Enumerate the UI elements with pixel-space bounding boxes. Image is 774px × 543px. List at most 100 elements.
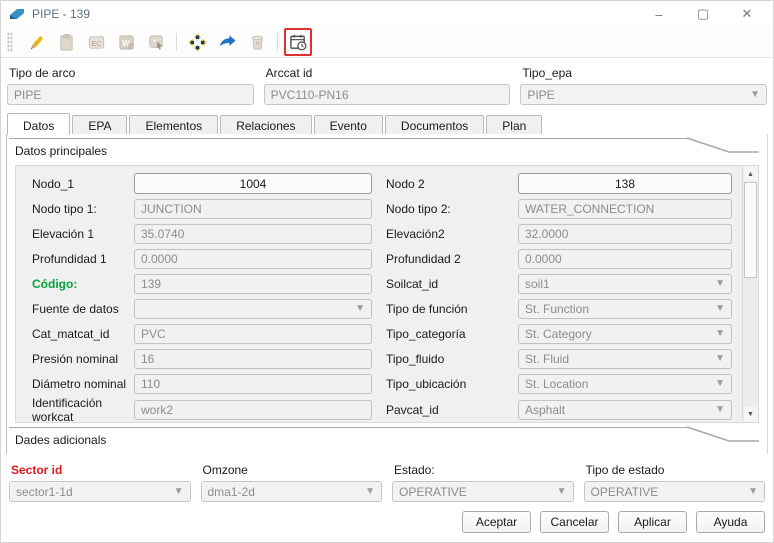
cat-matcat-id-label: Cat_matcat_id — [32, 326, 110, 341]
top-form: Tipo de arco Arccat id Tipo_epa PIPE ▼ — [1, 58, 773, 112]
omzone-label: Omzone — [202, 463, 248, 477]
chevron-down-icon: ▼ — [748, 485, 758, 497]
section-divider — [9, 138, 689, 139]
sector-id-label: Sector id — [11, 463, 63, 477]
nodo-tipo2-label: Nodo tipo 2: — [386, 201, 451, 216]
chevron-down-icon: ▼ — [715, 377, 725, 389]
form-row: Diámetro nominal Tipo_ubicación St. Loca… — [26, 371, 732, 396]
trash-button[interactable] — [244, 29, 270, 55]
section-title: Datos principales — [15, 144, 108, 158]
tipo-categoria-select[interactable]: St. Category ▼ — [518, 323, 732, 344]
tipo-ubicacion-select[interactable]: St. Location ▼ — [518, 373, 732, 394]
profundidad1-label: Profundidad 1 — [32, 251, 107, 266]
tipo-fluido-select[interactable]: St. Fluid ▼ — [518, 348, 732, 369]
tipo-fluido-value: St. Fluid — [525, 351, 570, 366]
dialog-button-row: Aceptar Cancelar Aplicar Ayuda — [1, 511, 765, 533]
chevron-down-icon: ▼ — [365, 485, 375, 497]
codigo-field[interactable] — [134, 273, 372, 294]
scrollbar-thumb[interactable] — [744, 182, 757, 278]
tipo-de-arco-label: Tipo de arco — [9, 66, 76, 80]
nodo1-button[interactable]: 1004 — [134, 173, 372, 194]
aplicar-button[interactable]: Aplicar — [618, 511, 687, 533]
tipo-categoria-value: St. Category — [525, 326, 592, 341]
elevacion1-label: Elevación 1 — [32, 226, 95, 241]
pavcat-id-select[interactable]: Asphalt ▼ — [518, 400, 732, 420]
word-document-button[interactable]: W — [113, 29, 139, 55]
tab-epa[interactable]: EPA — [72, 115, 128, 135]
app-logo-icon — [10, 9, 24, 19]
ec-document-button[interactable]: EC — [83, 29, 109, 55]
nodo2-label: Nodo 2 — [386, 176, 425, 191]
fuente-de-datos-label: Fuente de datos — [32, 301, 119, 316]
nodo-tipo1-field[interactable] — [134, 198, 372, 219]
paste-button[interactable] — [53, 29, 79, 55]
ayuda-button[interactable]: Ayuda — [696, 511, 765, 533]
arccat-id-label: Arccat id — [265, 66, 313, 80]
tipo-epa-select[interactable]: PIPE ▼ — [520, 84, 768, 105]
calendar-clock-button[interactable] — [284, 28, 312, 56]
form-row: Código: Soilcat_id soil1 ▼ — [26, 271, 732, 296]
move-arrows-icon — [187, 32, 207, 52]
tab-documentos[interactable]: Documentos — [384, 115, 485, 135]
tab-datos[interactable]: Datos — [7, 113, 71, 135]
cat-matcat-id-field[interactable] — [134, 323, 372, 344]
tab-relaciones[interactable]: Relaciones — [220, 115, 312, 135]
minimize-button[interactable]: – — [637, 2, 681, 26]
forward-arrow-button[interactable] — [214, 29, 240, 55]
form-row: Nodo tipo 1: Nodo tipo 2: — [26, 196, 732, 221]
tab-elementos[interactable]: Elementos — [129, 115, 219, 135]
scrollbar-up-button[interactable]: ▲ — [744, 167, 757, 181]
section-divider — [9, 427, 689, 428]
maximize-button[interactable]: ▢ — [681, 2, 725, 26]
profundidad1-field[interactable] — [134, 248, 372, 269]
section-header-dades-adicionals[interactable]: Dades adicionals — [7, 423, 767, 454]
form-row: Elevación 1 Elevación2 — [26, 221, 732, 246]
elevacion1-field[interactable] — [134, 223, 372, 244]
tab-evento[interactable]: Evento — [313, 115, 383, 135]
elevacion2-label: Elevación2 — [386, 226, 445, 241]
chevron-down-icon: ▼ — [355, 302, 365, 314]
nodo2-button[interactable]: 138 — [518, 173, 732, 194]
form-row: Fuente de datos ▼ Tipo de función St. Fu… — [26, 296, 732, 321]
tipo-de-funcion-value: St. Function — [525, 301, 590, 316]
section-header-datos-principales[interactable]: Datos principales — [7, 134, 767, 165]
window-title: PIPE - 139 — [32, 7, 91, 21]
scrollbar-down-button[interactable]: ▼ — [744, 407, 757, 421]
identificacion-workcat-field[interactable] — [134, 400, 372, 420]
chevron-down-icon: ▼ — [715, 277, 725, 289]
identificacion-workcat-label: Identificación workcat — [32, 396, 103, 424]
cancelar-button[interactable]: Cancelar — [540, 511, 609, 533]
omzone-select[interactable]: dma1-2d ▼ — [200, 481, 382, 502]
section-title: Dades adicionals — [15, 433, 107, 447]
presion-nominal-field[interactable] — [134, 348, 372, 369]
aceptar-button[interactable]: Aceptar — [462, 511, 531, 533]
nodo-tipo2-field[interactable] — [518, 198, 732, 219]
move-arrows-button[interactable] — [184, 29, 210, 55]
chevron-down-icon: ▼ — [173, 485, 184, 497]
arccat-id-field[interactable] — [263, 84, 511, 105]
diametro-nominal-label: Diámetro nominal — [32, 376, 127, 391]
tab-plan[interactable]: Plan — [486, 115, 543, 135]
profundidad2-field[interactable] — [518, 248, 732, 269]
sector-id-select[interactable]: sector1-1d ▼ — [9, 481, 191, 502]
elevacion2-field[interactable] — [518, 223, 732, 244]
ec-document-icon: EC — [88, 35, 104, 49]
close-button[interactable]: ✕ — [725, 2, 769, 26]
soilcat-id-select[interactable]: soil1 ▼ — [518, 273, 732, 294]
chevron-down-icon: ▼ — [715, 327, 725, 339]
tipo-de-estado-select[interactable]: OPERATIVE ▼ — [583, 481, 765, 502]
image-select-button[interactable] — [143, 29, 169, 55]
bottom-form: Sector id sector1-1d ▼ Omzone dma1-2d ▼ … — [9, 461, 765, 502]
edit-button[interactable] — [23, 29, 49, 55]
fuente-de-datos-select[interactable]: ▼ — [134, 298, 372, 319]
estado-select[interactable]: OPERATIVE ▼ — [392, 481, 574, 502]
tipo-de-arco-field[interactable] — [7, 84, 254, 105]
toolbar-separator — [176, 33, 177, 51]
pavcat-id-value: Asphalt — [525, 403, 566, 417]
image-select-icon — [148, 34, 163, 50]
vertical-scrollbar[interactable]: ▲ ▼ — [742, 167, 757, 421]
toolbar-grip[interactable] — [7, 32, 13, 52]
tipo-de-funcion-select[interactable]: St. Function ▼ — [518, 298, 732, 319]
chevron-down-icon: ▼ — [715, 302, 725, 314]
diametro-nominal-field[interactable] — [134, 373, 372, 394]
